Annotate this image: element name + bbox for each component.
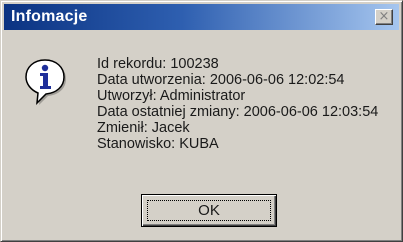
info-dialog: Infomacje × Id rekordu: 100238 Data utwo… <box>0 0 403 242</box>
modified-by-line: Zmienił: Jacek <box>97 120 190 136</box>
modified-date-line: Data ostatniej zmiany: 2006-06-06 12:03:… <box>97 104 379 120</box>
created-date-line: Data utworzenia: 2006-06-06 12:02:54 <box>97 72 345 88</box>
workstation-line: Stanowisko: KUBA <box>97 136 219 152</box>
title-bar[interactable]: Infomacje × <box>4 4 399 30</box>
created-by-line: Utworzył: Administrator <box>97 88 246 104</box>
ok-button[interactable]: OK <box>141 194 277 227</box>
information-icon <box>25 59 66 105</box>
message-text: Id rekordu: 100238 Data utworzenia: 2006… <box>97 56 397 152</box>
ok-button-label: OK <box>198 202 220 219</box>
close-button[interactable]: × <box>375 9 393 25</box>
record-id-line: Id rekordu: 100238 <box>97 56 219 72</box>
close-icon: × <box>378 9 390 24</box>
window-title: Infomacje <box>11 8 88 25</box>
